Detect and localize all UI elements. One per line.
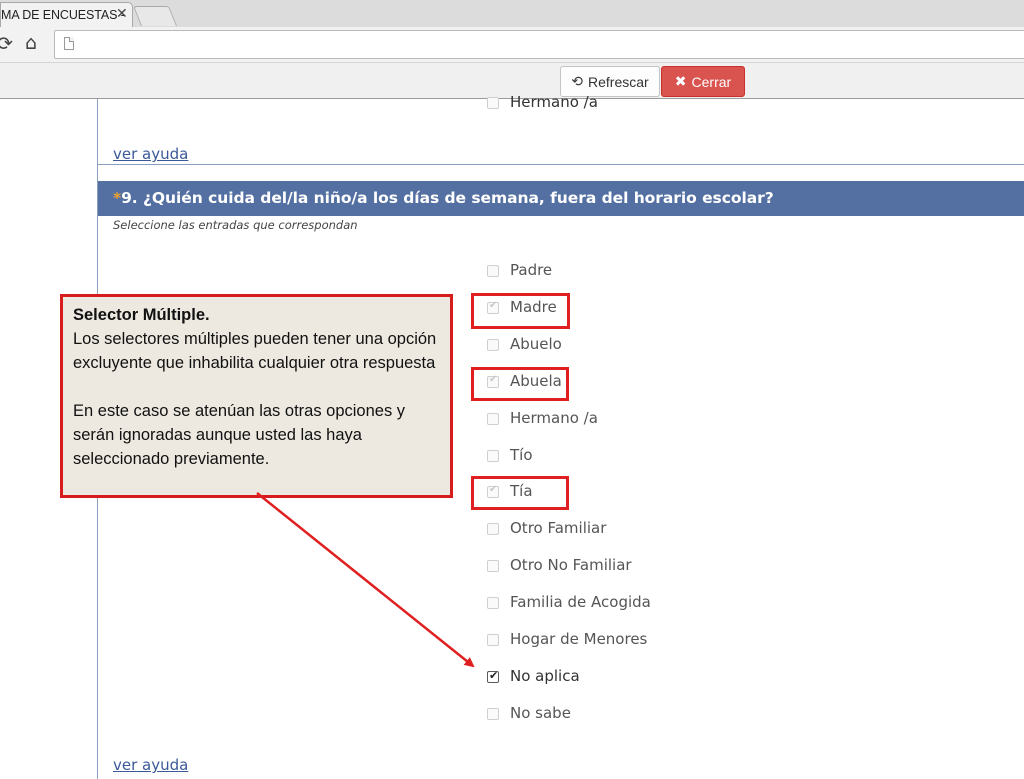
question-instructions: Seleccione las entradas que correspondan xyxy=(113,218,358,232)
browser-tabstrip: MA DE ENCUESTAS - ✕ xyxy=(0,0,1024,27)
section-divider xyxy=(97,164,1024,165)
checkbox[interactable] xyxy=(487,413,499,425)
browser-tab[interactable]: MA DE ENCUESTAS - ✕ xyxy=(0,2,133,27)
close-button[interactable]: ✖ Cerrar xyxy=(661,66,745,97)
checkbox[interactable] xyxy=(487,450,499,462)
highlight-box-tia xyxy=(471,476,569,510)
tab-title: MA DE ENCUESTAS - xyxy=(1,8,125,22)
option-label: Hermano /a xyxy=(510,93,598,111)
highlight-box-madre xyxy=(471,293,570,329)
address-bar[interactable] xyxy=(54,30,1024,59)
help-link-previous[interactable]: ver ayuda xyxy=(113,145,188,163)
refresh-icon: ⟲ xyxy=(571,73,584,89)
option-label: Otro Familiar xyxy=(510,519,607,537)
option-label: Otro No Familiar xyxy=(510,556,632,574)
checkbox[interactable] xyxy=(487,597,499,609)
help-link[interactable]: ver ayuda xyxy=(113,756,188,774)
option-label: Abuelo xyxy=(510,335,562,353)
question-title: *9. ¿Quién cuida del/la niño/a los días … xyxy=(113,189,774,207)
close-label: Cerrar xyxy=(691,73,732,90)
home-icon[interactable]: ⌂ xyxy=(25,32,37,54)
checkbox[interactable] xyxy=(487,97,499,109)
new-tab-button[interactable] xyxy=(132,6,178,26)
option-label: No aplica xyxy=(510,667,580,685)
checkbox[interactable] xyxy=(487,708,499,720)
checkbox[interactable] xyxy=(487,669,499,683)
reload-icon[interactable]: ⟳ xyxy=(0,33,13,55)
callout-paragraph: Los selectores múltiples pueden tener un… xyxy=(73,330,437,372)
required-mark: * xyxy=(113,189,122,207)
callout-title: Selector Múltiple. xyxy=(73,306,210,324)
highlight-box-abuela xyxy=(471,367,569,401)
option-label: Tío xyxy=(510,446,533,464)
question-header: *9. ¿Quién cuida del/la niño/a los días … xyxy=(98,181,1024,216)
callout-paragraph: En este caso se atenúan las otras opcion… xyxy=(73,402,406,468)
option-label: Hermano /a xyxy=(510,409,598,427)
page-icon xyxy=(64,37,74,50)
option-label: Padre xyxy=(510,261,553,279)
option-label: Hogar de Menores xyxy=(510,630,648,648)
close-icon: ✖ xyxy=(674,73,687,89)
annotation-callout: Selector Múltiple. Los selectores múltip… xyxy=(60,294,453,498)
option-label: No sabe xyxy=(510,704,571,722)
checkbox[interactable] xyxy=(487,339,499,351)
checkbox[interactable] xyxy=(487,634,499,646)
browser-toolbar: ⟳ ⌂ xyxy=(0,27,1024,63)
checkbox[interactable] xyxy=(487,560,499,572)
option-label: Familia de Acogida xyxy=(510,593,651,611)
checkbox[interactable] xyxy=(487,523,499,535)
refresh-label: Refrescar xyxy=(588,73,649,90)
close-icon[interactable]: ✕ xyxy=(116,6,128,22)
checkbox[interactable] xyxy=(487,265,499,277)
